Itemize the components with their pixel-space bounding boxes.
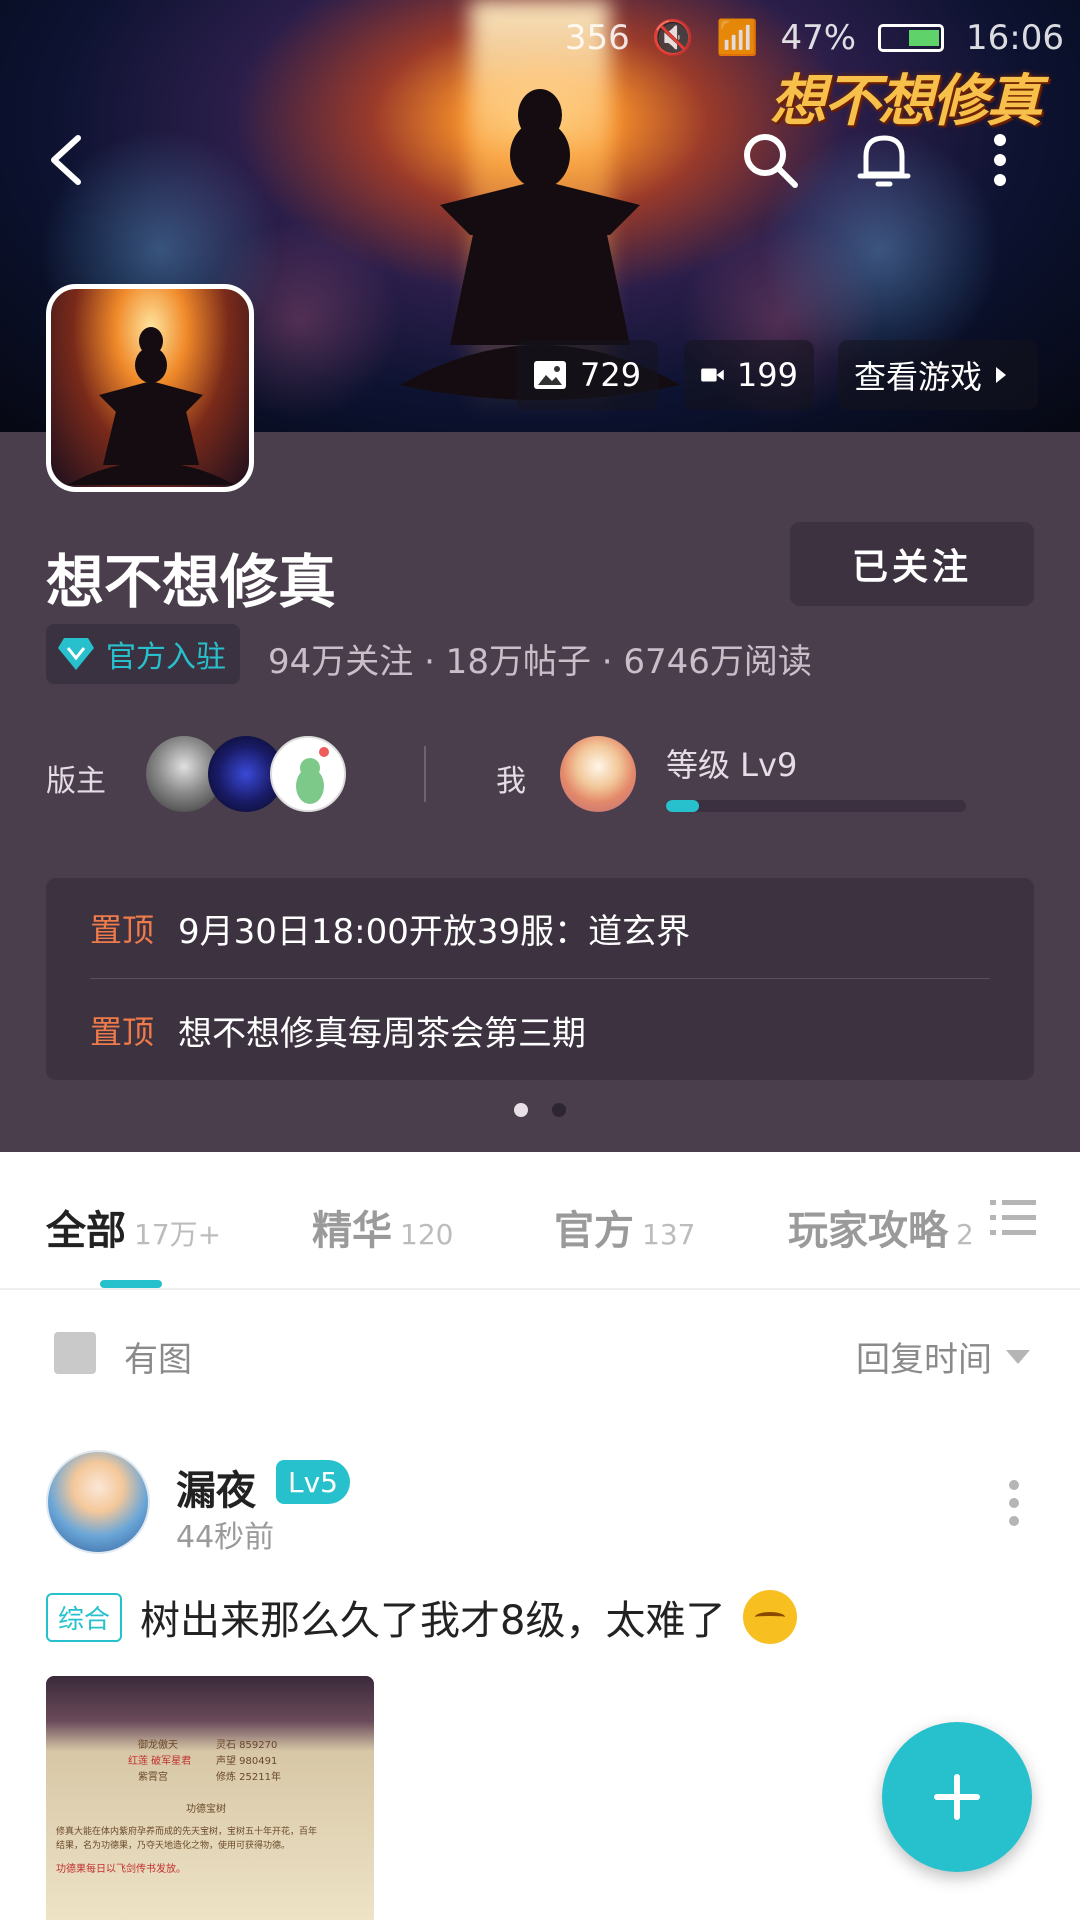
thumb-text: 修真大能在体内紫府孕养而成的先天宝树，宝树五十年开花，百年 <box>56 1827 318 1837</box>
post-more-icon[interactable] <box>1004 1478 1024 1528</box>
play-arrow-icon <box>996 367 1007 383</box>
view-game-label: 查看游戏 <box>854 358 983 396</box>
moderator-avatar[interactable] <box>270 736 346 812</box>
post-image-thumbnail[interactable]: 御龙傲天 红莲 破军星君 紫霄宫 灵石 859270 声望 980491 修炼 … <box>46 1676 374 1920</box>
thumb-text: 功德宝树 <box>186 1804 226 1815</box>
search-button[interactable] <box>738 128 802 192</box>
battery-percent: 47% <box>780 18 857 58</box>
post-headline: 综合 树出来那么久了我才8级，太难了 <box>46 1588 798 1646</box>
caret-down-icon <box>1006 1349 1030 1364</box>
official-badge-label: 官方入驻 <box>106 640 226 675</box>
carousel-dot-active <box>514 1103 528 1117</box>
my-level: 等级 Lv9 <box>666 746 798 784</box>
carousel-dot <box>552 1103 566 1117</box>
thumb-text: 灵石 859270 <box>216 1740 278 1751</box>
pinned-posts: 置顶 9月30日18:00开放39服：道玄界 置顶 想不想修真每周茶会第三期 <box>46 878 1034 1080</box>
tab-count: 120 <box>400 1218 454 1251</box>
tab-count: 2 <box>956 1218 974 1251</box>
filter-row: 有图 回复时间 <box>0 1324 1080 1388</box>
new-post-button[interactable] <box>882 1722 1032 1872</box>
tab-label: 精华 <box>312 1208 392 1254</box>
pinned-post[interactable]: 置顶 想不想修真每周茶会第三期 <box>90 980 586 1080</box>
pinned-title: 想不想修真每周茶会第三期 <box>178 1013 587 1054</box>
video-count: 199 <box>736 356 798 394</box>
tab-list-menu-icon[interactable] <box>990 1198 1036 1238</box>
forum-title: 想不想修真 <box>46 548 337 616</box>
game-logo: 想不想修真 <box>770 68 1042 134</box>
tab-label: 玩家攻略 <box>788 1208 948 1254</box>
pinned-post[interactable]: 置顶 9月30日18:00开放39服：道玄界 <box>90 878 690 978</box>
plus-icon <box>934 1774 980 1820</box>
notification-button[interactable] <box>852 128 916 192</box>
network-speed: 356 <box>564 18 630 58</box>
sort-dropdown[interactable]: 回复时间 <box>856 1332 1030 1381</box>
view-game-button[interactable]: 查看游戏 <box>838 340 1038 410</box>
section-divider <box>424 746 426 802</box>
pinned-tag: 置顶 <box>90 911 155 949</box>
post-author-avatar[interactable] <box>46 1450 150 1554</box>
forum-avatar <box>46 284 254 492</box>
mute-icon: 🔇 <box>651 18 695 58</box>
post-category-tag: 综合 <box>46 1592 123 1642</box>
thumb-text: 紫霄宫 <box>138 1772 168 1783</box>
post-author-name[interactable]: 漏夜 <box>176 1458 256 1516</box>
moderators-label: 版主 <box>46 764 106 799</box>
sad-face-emoji-icon <box>743 1590 798 1644</box>
thumb-text: 声望 980491 <box>216 1756 278 1767</box>
thumb-text: 红莲 破军星君 <box>128 1756 192 1767</box>
image-count: 729 <box>580 356 642 394</box>
my-avatar[interactable] <box>560 736 636 812</box>
level-progress-fill <box>666 800 699 812</box>
tab-official[interactable]: 官方 137 <box>554 1198 695 1256</box>
post-time: 44秒前 <box>176 1520 275 1555</box>
chevron-left-icon <box>51 135 81 185</box>
tab-all[interactable]: 全部 17万+ <box>46 1198 221 1256</box>
official-badge: 官方入驻 <box>46 624 240 684</box>
video-camera-icon <box>701 368 724 382</box>
post-title: 树出来那么久了我才8级，太难了 <box>140 1598 726 1644</box>
pinned-divider <box>90 978 990 979</box>
more-options-button[interactable] <box>968 128 1032 192</box>
wifi-icon: 📶 <box>716 18 759 58</box>
video-count-chip[interactable]: 199 <box>684 340 814 410</box>
level-progress-bar <box>666 800 966 812</box>
pinned-tag: 置顶 <box>90 1013 155 1051</box>
tab-player-guides[interactable]: 玩家攻略 2 <box>788 1198 974 1256</box>
forum-avatar-figure <box>67 327 235 485</box>
clock: 16:06 <box>966 18 1064 58</box>
follow-button[interactable]: 已关注 <box>790 522 1034 606</box>
tab-featured[interactable]: 精华 120 <box>312 1198 453 1256</box>
tab-label: 官方 <box>554 1208 634 1254</box>
carousel-dots <box>0 1103 1080 1117</box>
thumb-text: 结果，名为功德果，乃夺天地造化之物，使用可获得功德。 <box>56 1841 291 1851</box>
search-icon <box>744 134 798 188</box>
sort-label: 回复时间 <box>856 1340 992 1380</box>
thumb-text: 御龙傲天 <box>138 1740 178 1751</box>
thumb-text: 修炼 25211年 <box>216 1772 281 1783</box>
image-filter-label: 有图 <box>124 1340 192 1380</box>
image-count-chip[interactable]: 729 <box>516 340 658 410</box>
tab-label: 全部 <box>46 1208 126 1254</box>
tab-count: 17万+ <box>134 1218 222 1251</box>
more-vertical-icon <box>994 134 1006 186</box>
image-filter-toggle[interactable] <box>54 1332 96 1374</box>
pinned-title: 9月30日18:00开放39服：道玄界 <box>178 911 691 952</box>
battery-icon <box>878 24 945 52</box>
me-label: 我 <box>496 764 526 799</box>
image-icon <box>534 361 566 389</box>
forum-stats: 94万关注 · 18万帖子 · 6746万阅读 <box>268 642 812 682</box>
post-author-level: Lv5 <box>276 1460 350 1504</box>
diamond-icon <box>58 638 94 670</box>
active-tab-indicator <box>100 1280 162 1288</box>
back-button[interactable] <box>34 128 98 192</box>
post-tabs: 全部 17万+ 精华 120 官方 137 玩家攻略 2 <box>0 1154 1080 1290</box>
thumb-text: 功德果每日以飞剑传书发放。 <box>56 1864 186 1875</box>
bell-icon <box>857 135 911 187</box>
tab-count: 137 <box>642 1218 696 1251</box>
